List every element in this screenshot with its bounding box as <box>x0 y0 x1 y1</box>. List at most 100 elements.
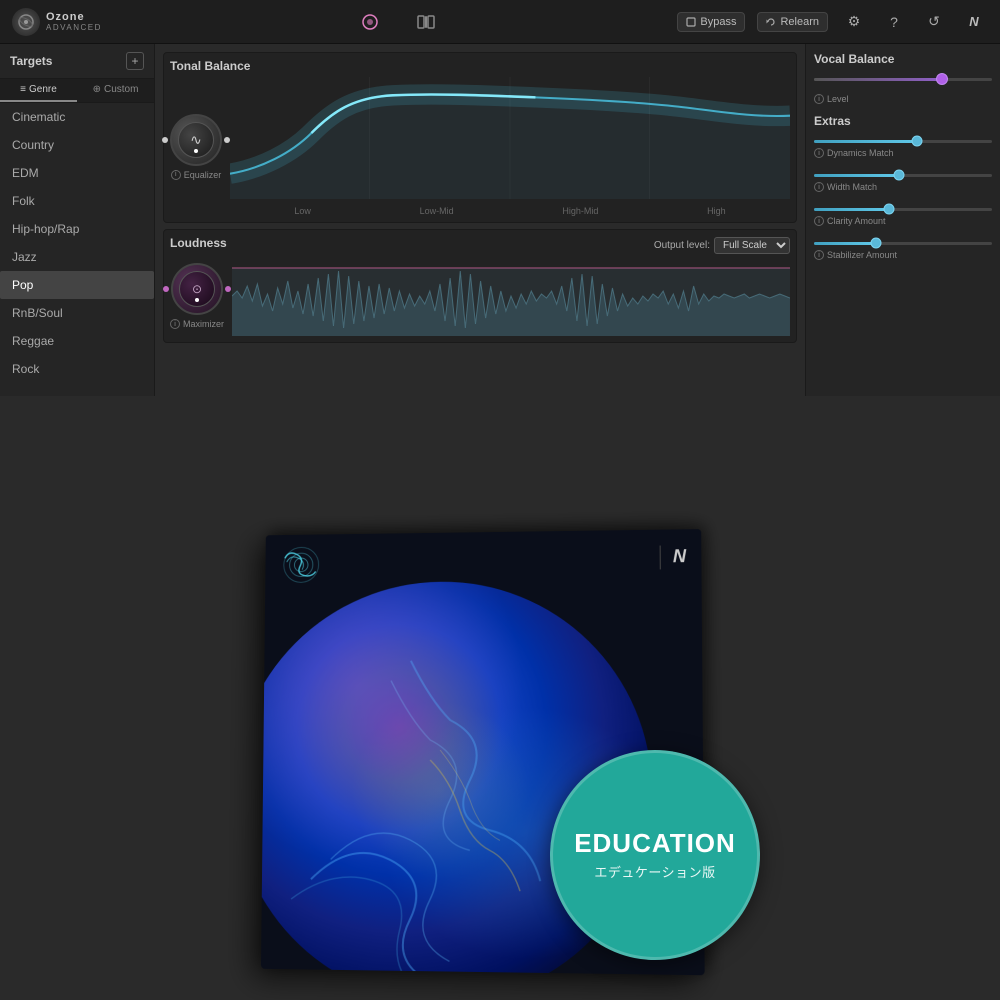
dynamics-thumb[interactable] <box>912 136 923 147</box>
undo-icon[interactable]: ↺ <box>920 8 948 36</box>
max-knob-indicator <box>195 298 199 302</box>
width-fill <box>814 174 899 177</box>
genre-list: Cinematic Country EDM Folk Hip-hop/Rap J… <box>0 103 154 396</box>
equalizer-label: i Equalizer <box>171 170 222 180</box>
tonal-chart-area: Low Low-Mid High-Mid High <box>230 77 790 216</box>
vocal-balance-title: Vocal Balance <box>814 52 992 66</box>
nav-mixer-icon[interactable] <box>354 6 386 38</box>
width-info-icon[interactable]: i <box>814 182 824 192</box>
dynamics-match-row: i Dynamics Match <box>814 134 992 158</box>
output-level-select[interactable]: Full Scale True Peak <box>714 237 790 254</box>
knob-indicator <box>194 149 198 153</box>
main-layout: Targets + ≡ Genre ⊕ Custom Cinematic Cou… <box>0 44 1000 396</box>
tonal-balance-panel: Tonal Balance ∿ <box>163 52 797 223</box>
sidebar-tabs: ≡ Genre ⊕ Custom <box>0 79 154 103</box>
equalizer-knob-area: ∿ i Equalizer <box>170 114 222 180</box>
genre-rnb[interactable]: RnB/Soul <box>0 299 154 327</box>
width-track <box>814 174 992 177</box>
genre-jazz[interactable]: Jazz <box>0 243 154 271</box>
vocal-thumb[interactable] <box>936 73 948 85</box>
product-overlay: N EDUCATION エデュケー <box>240 380 760 1000</box>
tab-genre[interactable]: ≡ Genre <box>0 79 77 102</box>
ni-logo-text: N <box>673 546 685 567</box>
genre-folk[interactable]: Folk <box>0 187 154 215</box>
dynamics-info-icon[interactable]: i <box>814 148 824 158</box>
sidebar-title: Targets <box>10 54 52 68</box>
equalizer-knob[interactable]: ∿ <box>170 114 222 166</box>
loudness-title: Loudness <box>170 236 227 250</box>
loudness-header: Loudness Output level: Full Scale True P… <box>170 236 790 254</box>
maximizer-knob[interactable]: ⊙ <box>171 263 223 315</box>
genre-reggae[interactable]: Reggae <box>0 327 154 355</box>
genre-edm[interactable]: EDM <box>0 159 154 187</box>
knob-left-dot <box>162 137 168 143</box>
vocal-info-icon[interactable]: i <box>814 94 824 104</box>
clarity-info-icon[interactable]: i <box>814 216 824 226</box>
vocal-fill <box>814 78 942 81</box>
width-match-row: i Width Match <box>814 168 992 192</box>
genre-rock[interactable]: Rock <box>0 355 154 383</box>
max-icon: ⊙ <box>192 282 202 296</box>
vocal-track <box>814 78 992 81</box>
nav-modules-icon[interactable] <box>410 6 442 38</box>
stabilizer-thumb[interactable] <box>871 238 882 249</box>
vocal-balance-section: Vocal Balance i Level <box>814 52 992 104</box>
product-box: N EDUCATION エデュケー <box>240 380 760 1000</box>
genre-cinematic[interactable]: Cinematic <box>0 103 154 131</box>
stabilizer-info-icon[interactable]: i <box>814 250 824 260</box>
maximizer-label: i Maximizer <box>170 319 224 329</box>
education-text-en: EDUCATION <box>574 829 736 858</box>
stabilizer-fill <box>814 242 876 245</box>
top-right-controls: Bypass Relearn ⚙ ? ↺ N <box>677 8 988 36</box>
width-thumb[interactable] <box>894 170 905 181</box>
relearn-button[interactable]: Relearn <box>757 12 828 32</box>
extras-title: Extras <box>814 114 992 128</box>
app-subtitle: ADVANCED <box>46 23 102 32</box>
stabilizer-row: i Stabilizer Amount <box>814 236 992 260</box>
max-knob-right-dot <box>225 286 231 292</box>
stabilizer-slider[interactable] <box>814 236 992 250</box>
right-panel: Vocal Balance i Level Extras <box>805 44 1000 396</box>
spiral-logo-icon <box>277 540 326 589</box>
sidebar-header: Targets + <box>0 44 154 79</box>
width-label: i Width Match <box>814 182 992 192</box>
loudness-panel: Loudness Output level: Full Scale True P… <box>163 229 797 343</box>
stabilizer-track <box>814 242 992 245</box>
dynamics-track <box>814 140 992 143</box>
max-info-icon[interactable]: i <box>170 319 180 329</box>
dynamics-fill <box>814 140 917 143</box>
top-bar: Ozone ADVANCED Bypass Relearn ⚙ <box>0 0 1000 44</box>
clarity-fill <box>814 208 889 211</box>
eq-icon: ∿ <box>190 131 202 148</box>
output-level-area: Output level: Full Scale True Peak <box>654 237 790 254</box>
ozone-logo-icon <box>12 8 40 36</box>
eq-info-icon[interactable]: i <box>171 170 181 180</box>
add-target-button[interactable]: + <box>126 52 144 70</box>
education-badge: EDUCATION エデュケーション版 <box>550 750 760 960</box>
tab-custom[interactable]: ⊕ Custom <box>77 79 154 102</box>
bypass-button[interactable]: Bypass <box>677 12 745 32</box>
vocal-level-slider[interactable] <box>814 72 992 86</box>
extras-section: Extras i Dynamics Match <box>814 114 992 270</box>
knob-inner: ∿ <box>178 122 214 158</box>
settings-icon[interactable]: ⚙ <box>840 8 868 36</box>
logo-area: Ozone ADVANCED <box>12 8 102 36</box>
clarity-thumb[interactable] <box>883 204 894 215</box>
tonal-inner: ∿ i Equalizer <box>170 77 790 216</box>
sidebar: Targets + ≡ Genre ⊕ Custom Cinematic Cou… <box>0 44 155 396</box>
max-knob-left-dot <box>163 286 169 292</box>
genre-country[interactable]: Country <box>0 131 154 159</box>
tonal-chart <box>230 77 790 204</box>
clarity-label: i Clarity Amount <box>814 216 992 226</box>
width-slider[interactable] <box>814 168 992 182</box>
clarity-slider[interactable] <box>814 202 992 216</box>
clarity-track <box>814 208 992 211</box>
clarity-row: i Clarity Amount <box>814 202 992 226</box>
help-icon[interactable]: ? <box>880 8 908 36</box>
dynamics-slider[interactable] <box>814 134 992 148</box>
dynamics-label: i Dynamics Match <box>814 148 992 158</box>
ni-logo-top: N <box>960 8 988 36</box>
card-divider <box>660 545 661 569</box>
genre-pop[interactable]: Pop <box>0 271 154 299</box>
genre-hiphop[interactable]: Hip-hop/Rap <box>0 215 154 243</box>
